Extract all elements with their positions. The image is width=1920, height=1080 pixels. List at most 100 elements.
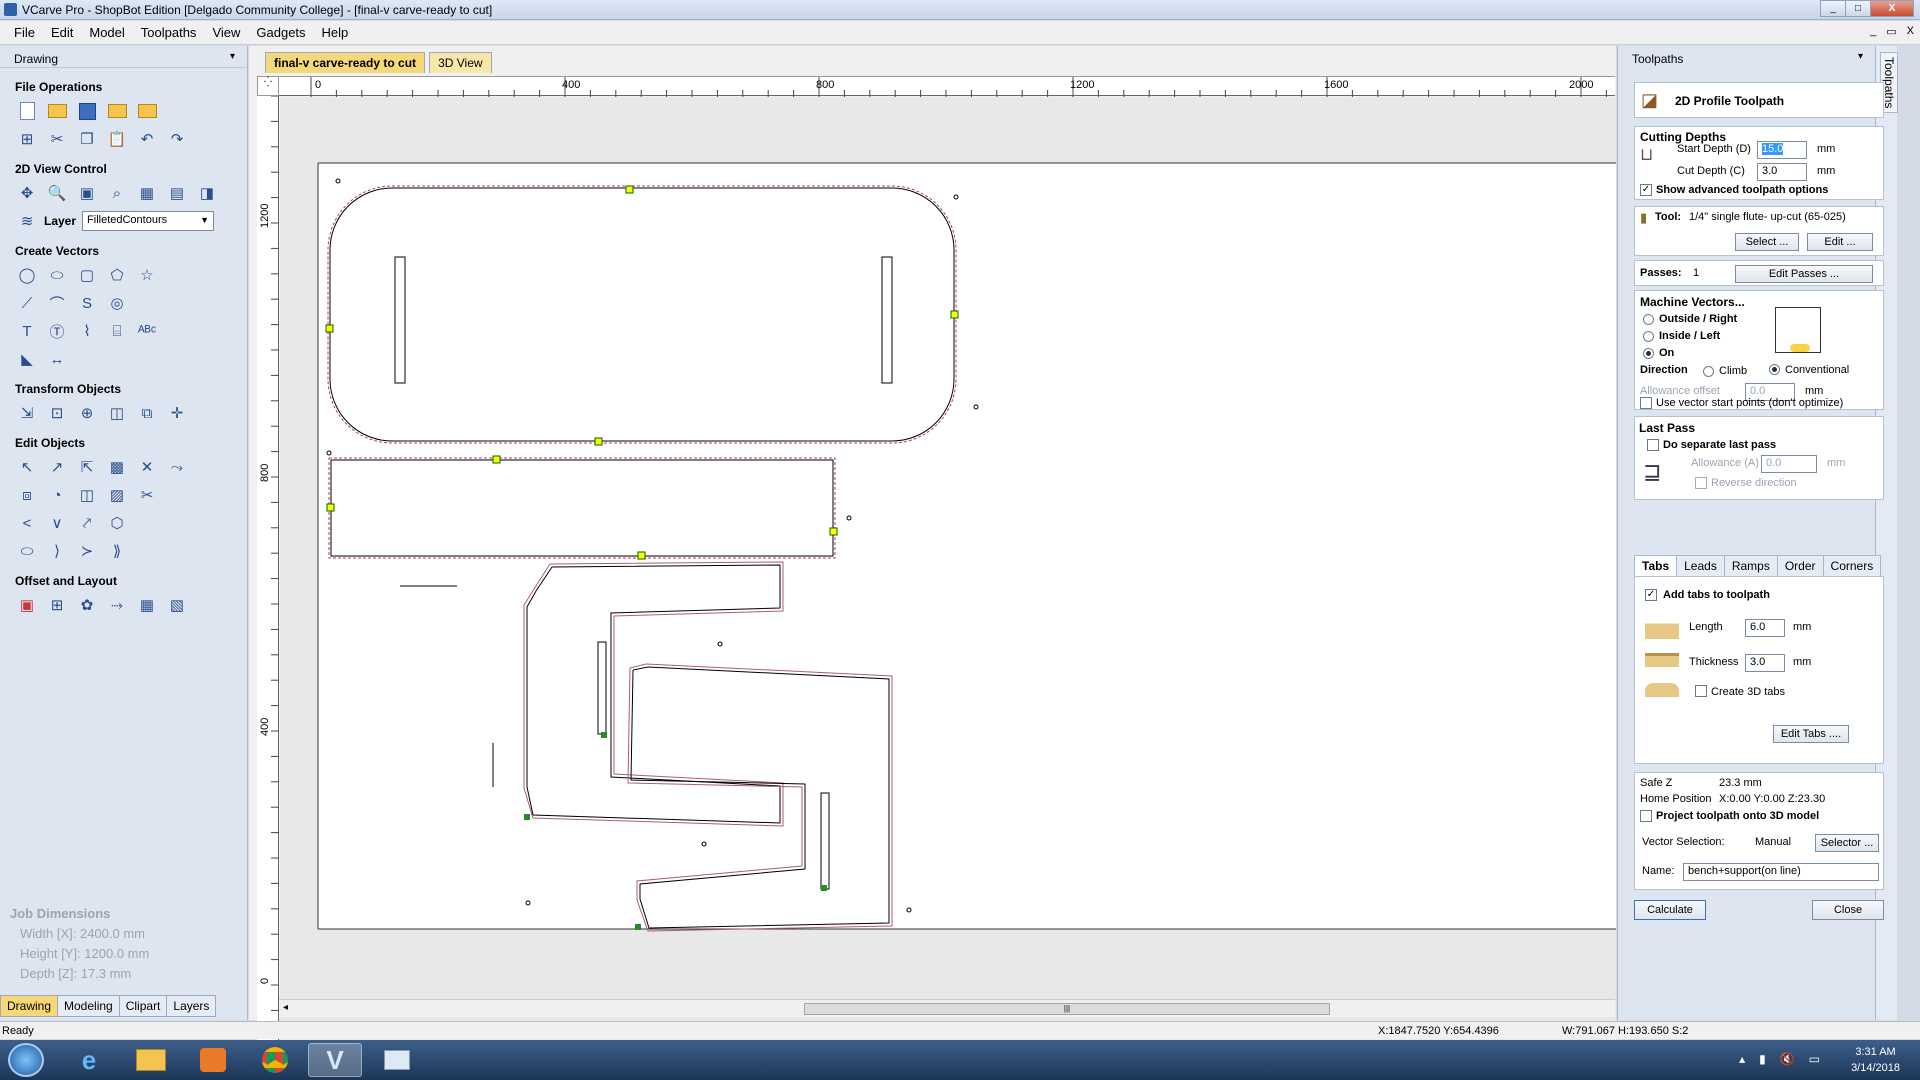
reverse-direction-checkbox[interactable] (1695, 477, 1707, 489)
redo-icon[interactable]: ↷ (166, 128, 188, 150)
climb-radio[interactable] (1703, 366, 1714, 377)
measure-icon[interactable]: ↔ (46, 348, 68, 370)
pan-icon[interactable]: ✥ (16, 182, 38, 204)
import-bitmap-icon[interactable] (136, 100, 158, 122)
tab-leads[interactable]: Leads (1676, 555, 1725, 577)
import-icon[interactable] (106, 100, 128, 122)
circle-icon[interactable]: ◯ (16, 264, 38, 286)
array-copy-icon[interactable]: ⊞ (46, 594, 68, 616)
close-button[interactable]: Close (1812, 900, 1884, 920)
star-icon[interactable]: ☆ (136, 264, 158, 286)
scroll-thumb[interactable]: ||| (804, 1003, 1330, 1015)
fillet-icon[interactable]: ▨ (106, 484, 128, 506)
smooth-icon[interactable]: ⬡ (106, 512, 128, 534)
save-icon[interactable] (76, 100, 98, 122)
edit-tabs-button[interactable]: Edit Tabs .... (1773, 725, 1849, 743)
tab-clipart[interactable]: Clipart (118, 995, 168, 1017)
drawing-canvas[interactable] (280, 97, 1616, 1052)
toolpath-name-input[interactable]: bench+support(on line) (1683, 863, 1879, 881)
extend-icon[interactable]: ⤤ (76, 512, 98, 534)
last-pass-allowance-input[interactable]: 0.0 (1761, 455, 1817, 473)
minimize-button[interactable]: _ (1820, 0, 1846, 17)
join-vector-icon[interactable]: ∨ (46, 512, 68, 534)
close-window-button[interactable]: X (1870, 0, 1914, 17)
nesting-icon[interactable]: ▦ (136, 594, 158, 616)
start-depth-input[interactable]: 15.0 (1757, 141, 1807, 159)
dimension-icon[interactable]: ◣ (16, 348, 38, 370)
tab-layers[interactable]: Layers (166, 995, 217, 1017)
chrome-icon[interactable] (248, 1043, 302, 1077)
tab-drawing[interactable]: Drawing (0, 995, 59, 1017)
menu-file[interactable]: File (6, 25, 43, 40)
text-icon[interactable]: T (16, 320, 38, 342)
tab-corners[interactable]: Corners (1822, 555, 1882, 577)
distort-icon[interactable]: ⧉ (136, 402, 158, 424)
menu-gadgets[interactable]: Gadgets (248, 25, 313, 40)
edit-passes-button[interactable]: Edit Passes ... (1735, 265, 1873, 283)
offset-vector-icon[interactable]: ▣ (16, 594, 38, 616)
tab-document[interactable]: final-v carve-ready to cut (265, 52, 426, 73)
view-3d-icon[interactable]: ◨ (196, 182, 218, 204)
tab-icon[interactable]: ⟫ (106, 540, 128, 562)
battery-icon[interactable]: ▭ (1809, 1052, 1820, 1066)
vector-drawing[interactable] (280, 97, 1616, 1052)
close-vector-icon[interactable]: < (16, 512, 38, 534)
undo-icon[interactable]: ↶ (136, 128, 158, 150)
text-frame-icon[interactable]: Ⓣ (46, 320, 68, 342)
clock[interactable]: 3:31 AM 3/14/2018 (1851, 1044, 1900, 1076)
tab-order[interactable]: Order (1776, 555, 1824, 577)
zoom-box-icon[interactable]: ⌕ (106, 182, 128, 204)
mdi-close-button[interactable]: X (1907, 25, 1914, 38)
tab-ramps[interactable]: Ramps (1723, 555, 1778, 577)
spline-icon[interactable]: S (76, 292, 98, 314)
cut-icon[interactable]: ✂ (46, 128, 68, 150)
grid-icon[interactable]: ▦ (136, 182, 158, 204)
inside-radio[interactable] (1643, 331, 1654, 342)
advanced-options-checkbox[interactable]: ✓ (1640, 184, 1652, 196)
interactive-select-icon[interactable]: ⇱ (76, 456, 98, 478)
mdi-minimize-button[interactable]: _ (1870, 25, 1876, 38)
selection-handles[interactable] (325, 185, 959, 560)
trim-icon[interactable]: ⤳ (166, 456, 188, 478)
curve-icon[interactable]: ⌒ (46, 292, 68, 314)
polygon-icon[interactable]: ⬠ (106, 264, 128, 286)
support-rect-vector[interactable] (330, 459, 834, 557)
subtract-icon[interactable]: ◔ (46, 484, 68, 506)
zoom-extents-icon[interactable]: ▣ (76, 182, 98, 204)
network-icon[interactable]: ▮ (1759, 1052, 1766, 1066)
scissors-icon[interactable]: ✂ (136, 484, 158, 506)
ellipse-icon[interactable]: ⬭ (46, 264, 68, 286)
tab-thickness-input[interactable]: 3.0 (1745, 654, 1785, 672)
dogbone-icon[interactable]: ⟩ (46, 540, 68, 562)
pin-icon[interactable]: ▾ (230, 51, 235, 62)
bench-top-vector[interactable] (329, 187, 955, 442)
maximize-button[interactable]: □ (1845, 0, 1871, 17)
on-radio[interactable] (1643, 348, 1654, 359)
node-edit-icon[interactable]: ↗ (46, 456, 68, 478)
ungroup-icon[interactable]: ✕ (136, 456, 158, 478)
tab-modeling[interactable]: Modeling (57, 995, 120, 1017)
polyline-icon[interactable]: ⟋ (16, 292, 38, 314)
edit-tool-button[interactable]: Edit ... (1807, 233, 1873, 251)
cut-depth-input[interactable]: 3.0 (1757, 163, 1807, 181)
menu-help[interactable]: Help (314, 25, 357, 40)
zigzag-slot-2[interactable] (820, 792, 830, 890)
circular-array-icon[interactable]: ✿ (76, 594, 98, 616)
copy-icon[interactable]: ❐ (76, 128, 98, 150)
text-curve-icon[interactable]: ⌇ (76, 320, 98, 342)
text-arc-icon[interactable]: ᴬᴮᶜ (136, 320, 158, 342)
paste-icon[interactable]: 📋 (106, 128, 128, 150)
add-tabs-checkbox[interactable]: ✓ (1645, 589, 1657, 601)
slot-left[interactable] (394, 256, 406, 384)
project-toolpath-checkbox[interactable] (1640, 810, 1652, 822)
auto-layout-icon[interactable]: ▧ (166, 594, 188, 616)
vcarve-taskbar-icon[interactable]: V (308, 1043, 362, 1077)
tab-3d-view[interactable]: 3D View (429, 52, 492, 73)
menu-edit[interactable]: Edit (43, 25, 81, 40)
spiral-icon[interactable]: ◎ (106, 292, 128, 314)
align-objects-icon[interactable]: ⊕ (76, 402, 98, 424)
intersect-icon[interactable]: ◫ (76, 484, 98, 506)
create-3d-tabs-checkbox[interactable] (1695, 685, 1707, 697)
media-player-icon[interactable] (186, 1043, 240, 1077)
scroll-left-icon[interactable]: ◂ (283, 1002, 288, 1013)
